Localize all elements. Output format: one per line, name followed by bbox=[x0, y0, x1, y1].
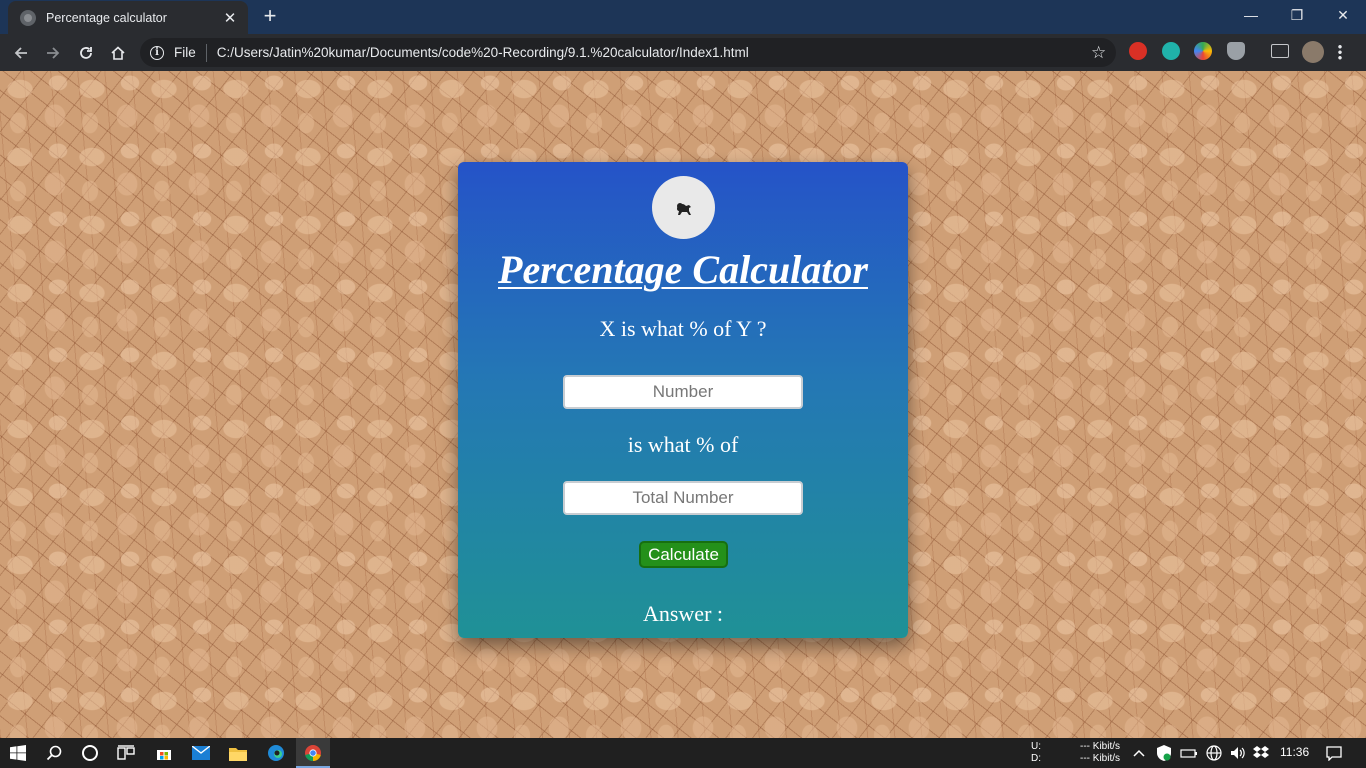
net-down-label: D: bbox=[1031, 753, 1041, 764]
address-separator bbox=[205, 43, 207, 62]
net-up-label: U: bbox=[1031, 741, 1041, 752]
profile-avatar[interactable] bbox=[1302, 41, 1324, 63]
tab-bar: Percentage calculator ✕ + — ❐ ✕ bbox=[0, 0, 1366, 34]
adblock-extension-icon[interactable] bbox=[1129, 42, 1147, 60]
net-down-value: --- Kibit/s bbox=[1080, 753, 1120, 764]
net-up-value: --- Kibit/s bbox=[1080, 741, 1120, 752]
network-globe-icon[interactable] bbox=[1205, 743, 1223, 763]
page-viewport: Percentage Calculator X is what % of Y ?… bbox=[0, 71, 1366, 738]
volume-icon[interactable] bbox=[1229, 743, 1247, 763]
back-icon[interactable] bbox=[8, 40, 34, 66]
question-text: X is what % of Y ? bbox=[599, 316, 767, 341]
connector-text: is what % of bbox=[627, 432, 739, 457]
home-icon[interactable] bbox=[105, 40, 131, 66]
answer-label: Answer : bbox=[642, 601, 724, 626]
tab-title: Percentage calculator bbox=[46, 10, 167, 25]
chevron-up-icon[interactable] bbox=[1132, 743, 1146, 763]
close-window-button[interactable]: ✕ bbox=[1320, 0, 1366, 30]
calculate-button[interactable]: Calculate bbox=[639, 541, 728, 568]
number-input[interactable] bbox=[563, 375, 803, 409]
new-tab-button[interactable]: + bbox=[258, 4, 282, 28]
address-bar[interactable]: i File C:/Users/Jatin%20kumar/Documents/… bbox=[140, 38, 1116, 67]
reload-icon[interactable] bbox=[73, 40, 99, 66]
info-icon[interactable]: i bbox=[150, 45, 164, 60]
mail-icon[interactable] bbox=[191, 743, 211, 763]
shield-extension-icon[interactable] bbox=[1227, 42, 1245, 60]
lion-icon bbox=[652, 176, 715, 239]
cast-icon[interactable] bbox=[1271, 44, 1289, 58]
color-extension-icon[interactable] bbox=[1194, 42, 1212, 60]
scheme-label: File bbox=[174, 45, 196, 60]
defender-icon[interactable] bbox=[1156, 743, 1172, 763]
cortana-icon[interactable] bbox=[80, 743, 100, 763]
total-number-input[interactable] bbox=[563, 481, 803, 515]
page-title: Percentage Calculator bbox=[498, 247, 868, 292]
store-icon[interactable] bbox=[154, 743, 174, 763]
file-explorer-icon[interactable] bbox=[228, 743, 248, 763]
forward-icon[interactable] bbox=[40, 40, 66, 66]
browser-tab[interactable]: Percentage calculator ✕ bbox=[8, 1, 248, 34]
minimize-button[interactable]: — bbox=[1228, 0, 1274, 30]
windows-taskbar: U: D: --- Kibit/s --- Kibit/s 11:36 bbox=[0, 738, 1366, 768]
restore-button[interactable]: ❐ bbox=[1274, 0, 1320, 30]
globe-icon bbox=[20, 9, 36, 26]
task-view-icon[interactable] bbox=[116, 743, 136, 763]
tab-close-icon[interactable]: ✕ bbox=[222, 9, 238, 27]
chrome-icon[interactable] bbox=[303, 743, 323, 763]
calculator-card: Percentage Calculator X is what % of Y ?… bbox=[458, 162, 908, 638]
bookmark-star-icon[interactable]: ☆ bbox=[1091, 44, 1108, 61]
menu-dots-icon[interactable] bbox=[1338, 44, 1342, 60]
browser-toolbar: i File C:/Users/Jatin%20kumar/Documents/… bbox=[0, 34, 1366, 71]
edge-icon[interactable] bbox=[266, 743, 286, 763]
dropbox-icon[interactable] bbox=[1252, 743, 1270, 763]
notifications-icon[interactable] bbox=[1324, 743, 1344, 763]
m-extension-icon[interactable] bbox=[1162, 42, 1180, 60]
battery-icon[interactable] bbox=[1180, 743, 1198, 763]
clock-time: 11:36 bbox=[1280, 745, 1310, 759]
search-icon[interactable] bbox=[44, 743, 64, 763]
windows-start-icon[interactable] bbox=[8, 743, 28, 763]
url-text[interactable]: C:/Users/Jatin%20kumar/Documents/code%20… bbox=[217, 45, 749, 60]
